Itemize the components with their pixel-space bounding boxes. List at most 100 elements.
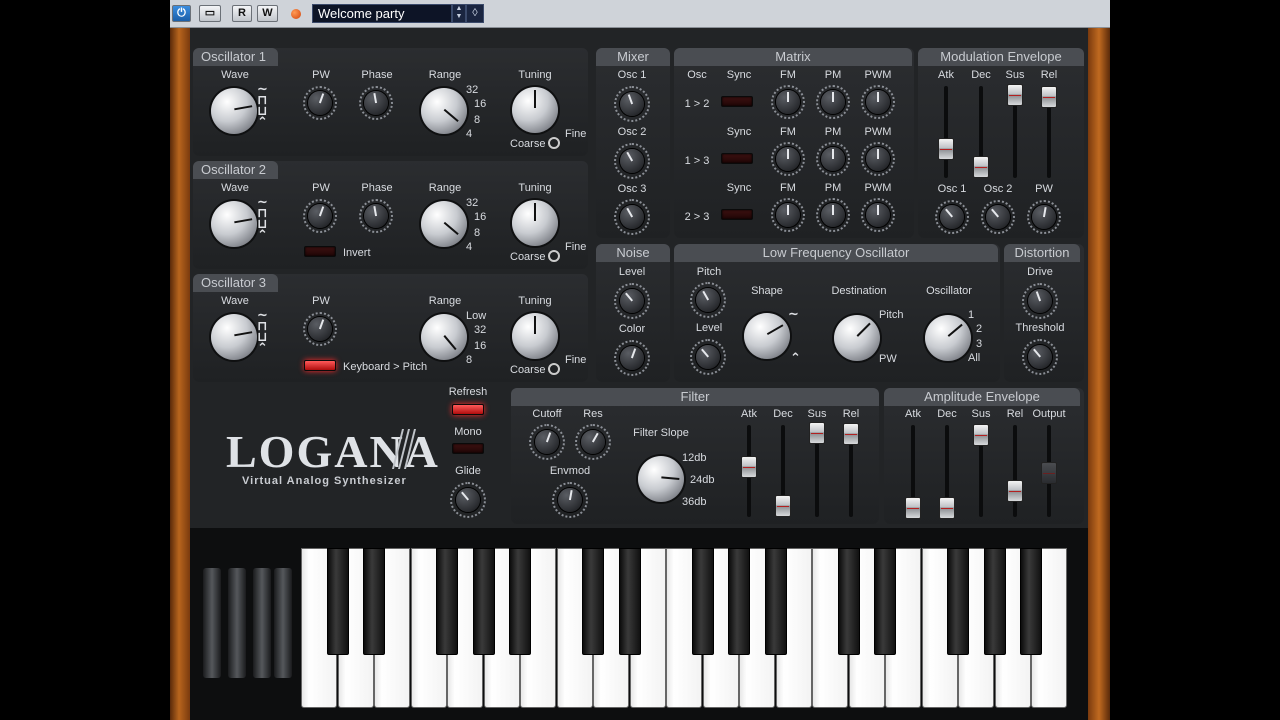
distortion-drive-knob[interactable] [1028,289,1052,313]
filter-atk-slider[interactable] [741,456,757,478]
black-key[interactable] [326,548,349,655]
noise-level-knob[interactable] [620,289,644,313]
osc3-keyboard-pitch-button[interactable] [304,360,336,371]
matrix-pwm-1-3-knob[interactable] [866,147,890,171]
matrix-pm-1-2-knob[interactable] [821,90,845,114]
mod-env-pw-knob[interactable] [1032,205,1056,229]
filter-envmod-knob[interactable] [558,488,582,512]
osc2-phase-knob[interactable] [364,204,388,228]
mod-env-osc1-knob[interactable] [940,205,964,229]
osc2-tuning-knob[interactable] [512,200,558,246]
matrix-sync-1-3-button[interactable] [721,153,753,164]
black-key[interactable] [837,548,860,655]
osc1-wave-knob[interactable] [211,88,257,134]
osc2-pw-knob[interactable] [308,204,332,228]
osc1-pw-knob[interactable] [308,91,332,115]
osc3-tuning-knob[interactable] [512,313,558,359]
mod-env-sus-slider[interactable] [1007,84,1023,106]
osc2-range-knob[interactable] [421,201,467,247]
mixer-osc2-knob[interactable] [620,149,644,173]
monitor-button[interactable]: ▭ [199,5,221,22]
lfo-level-label: Level [695,322,723,334]
amp-dec-slider[interactable] [939,497,955,519]
oscillator-3-title: Oscillator 3 [193,274,278,292]
preset-spin-button[interactable]: ▲ ▼ [452,4,466,23]
osc2-wave-knob[interactable] [211,201,257,247]
distortion-threshold-knob[interactable] [1028,345,1052,369]
black-key[interactable] [764,548,787,655]
matrix-pwm-1-2-knob[interactable] [866,90,890,114]
amp-atk-slider[interactable] [905,497,921,519]
black-key[interactable] [509,548,531,655]
matrix-pm-2-3-knob[interactable] [821,203,845,227]
lfo-oscillator-knob[interactable] [925,315,971,361]
wheel-3[interactable] [253,568,271,678]
filter-rel-slider[interactable] [843,423,859,445]
osc1-fine-toggle[interactable] [548,137,560,149]
osc3-wave-knob[interactable] [211,314,257,360]
amp-output-slider[interactable] [1041,462,1057,484]
amp-sus-label: Sus [971,408,991,420]
osc3-range-knob[interactable] [421,314,467,360]
filter-sus-slider[interactable] [809,422,825,444]
black-key[interactable] [983,548,1006,655]
preset-menu-button[interactable]: ◊ [466,4,484,23]
osc2-fine-label: Fine [565,241,587,253]
matrix-pwm-2-3-knob[interactable] [866,203,890,227]
glide-knob[interactable] [456,488,480,512]
read-automation-button[interactable]: R [232,5,252,22]
mono-button[interactable] [452,443,484,454]
wheel-4[interactable] [274,568,292,678]
black-key[interactable] [1020,548,1042,655]
mod-env-atk-slider[interactable] [938,138,954,160]
record-dot-icon[interactable] [291,9,301,19]
noise-color-knob[interactable] [620,346,644,370]
lfo-destination-knob[interactable] [834,315,880,361]
osc2-fine-toggle[interactable] [548,250,560,262]
black-key[interactable] [728,548,750,655]
black-key[interactable] [363,548,385,655]
mod-env-osc2-knob[interactable] [986,205,1010,229]
preset-name-field[interactable]: Welcome party [312,4,452,23]
modulation-wheel[interactable] [228,568,246,678]
black-key[interactable] [947,548,969,655]
black-key[interactable] [472,548,495,655]
osc1-range-knob[interactable] [421,88,467,134]
osc3-fine-toggle[interactable] [548,363,560,375]
matrix-fm-1-2-knob[interactable] [776,90,800,114]
lfo-level-knob[interactable] [696,345,720,369]
mixer-osc1-knob[interactable] [620,92,644,116]
black-key[interactable] [691,548,714,655]
black-key[interactable] [618,548,641,655]
osc1-phase-knob[interactable] [364,91,388,115]
osc1-tuning-knob[interactable] [512,87,558,133]
osc3-range-mark-4: 8 [466,354,473,366]
amp-rel-slider[interactable] [1007,480,1023,502]
osc2-invert-button[interactable] [304,246,336,257]
lfo-pitch-knob[interactable] [696,288,720,312]
matrix-sync-1-2-button[interactable] [721,96,753,107]
filter-res-knob[interactable] [581,430,605,454]
osc3-pw-knob[interactable] [308,317,332,341]
black-key[interactable] [582,548,604,655]
filter-dec-slider[interactable] [775,495,791,517]
filter-cutoff-knob[interactable] [535,430,559,454]
write-automation-button[interactable]: W [257,5,278,22]
matrix-fm-2-3-knob[interactable] [776,203,800,227]
osc2-range-mark-1: 32 [466,197,479,209]
mixer-osc3-knob[interactable] [620,205,644,229]
matrix-sync-2-3-button[interactable] [721,209,753,220]
matrix-fm-1-3-knob[interactable] [776,147,800,171]
power-button[interactable]: ⏻ [172,5,191,22]
pitch-bend-wheel[interactable] [203,568,221,678]
lfo-shape-knob[interactable] [744,313,790,359]
black-key[interactable] [436,548,458,655]
refresh-button[interactable] [452,404,484,415]
matrix-route-3: 2 > 3 [684,211,710,223]
mod-env-dec-slider[interactable] [973,156,989,178]
mod-env-rel-slider[interactable] [1041,86,1057,108]
matrix-pm-1-3-knob[interactable] [821,147,845,171]
black-key[interactable] [874,548,896,655]
filter-slope-knob[interactable] [638,456,684,502]
amp-sus-slider[interactable] [973,424,989,446]
